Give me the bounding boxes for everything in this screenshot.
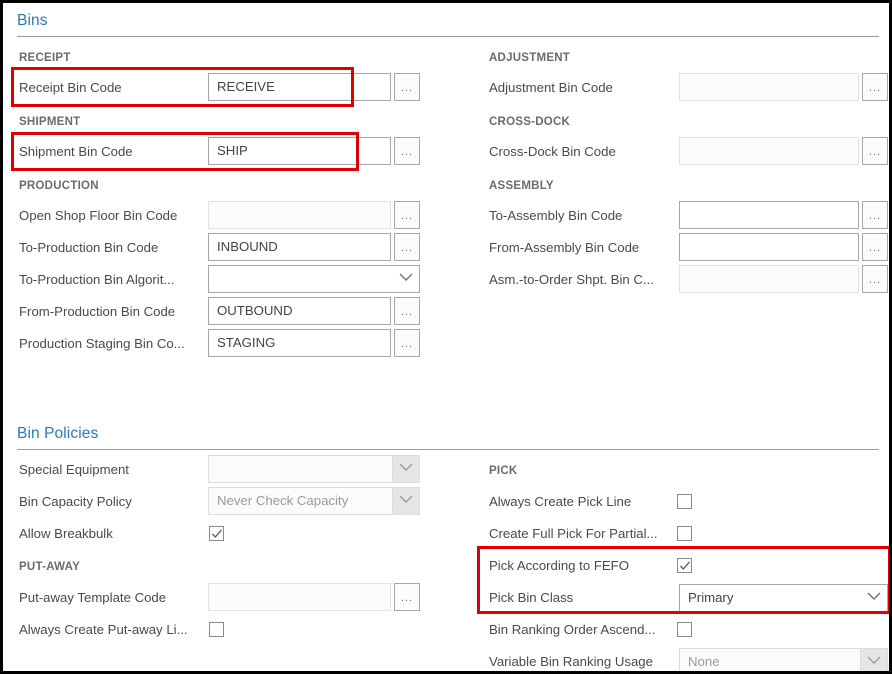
label-open-shop-floor-bin-code: Open Shop Floor Bin Code (19, 208, 177, 224)
input-to-production-bin-code[interactable]: INBOUND (208, 233, 391, 261)
ellipsis-icon: ... (401, 306, 413, 318)
lookup-button-receipt-bin-code[interactable]: ... (394, 73, 420, 101)
dropdown-special-equipment[interactable] (208, 455, 420, 483)
dropdown-pick-bin-class[interactable]: Primary (679, 584, 888, 612)
input-shipment-bin-code[interactable]: SHIP (208, 137, 391, 165)
input-adjustment-bin-code[interactable] (679, 73, 859, 101)
ellipsis-icon: ... (869, 82, 881, 94)
input-put-away-template-code[interactable] (208, 583, 391, 611)
chevron-down-icon (393, 266, 419, 292)
label-bin-capacity-policy: Bin Capacity Policy (19, 494, 132, 510)
ellipsis-icon: ... (401, 82, 413, 94)
ellipsis-icon: ... (869, 210, 881, 222)
group-label-receipt: RECEIPT (19, 52, 71, 64)
section-divider-bins (17, 36, 879, 37)
lookup-button-adjustment-bin-code[interactable]: ... (862, 73, 888, 101)
lookup-button-cross-dock-bin-code[interactable]: ... (862, 137, 888, 165)
label-always-create-pick-line: Always Create Pick Line (489, 494, 631, 510)
lookup-button-shipment-bin-code[interactable]: ... (394, 137, 420, 165)
label-bin-ranking-order-ascending: Bin Ranking Order Ascend... (489, 622, 655, 638)
checkbox-pick-according-to-fefo[interactable] (677, 558, 692, 573)
label-from-assembly-bin-code: From-Assembly Bin Code (489, 240, 639, 256)
label-create-full-pick-for-partial: Create Full Pick For Partial... (489, 526, 658, 542)
label-cross-dock-bin-code: Cross-Dock Bin Code (489, 144, 616, 160)
input-receipt-bin-code[interactable]: RECEIVE (208, 73, 391, 101)
ellipsis-icon: ... (869, 146, 881, 158)
checkbox-create-full-pick-for-partial[interactable] (677, 526, 692, 541)
label-receipt-bin-code: Receipt Bin Code (19, 80, 122, 96)
lookup-button-open-shop-floor-bin-code[interactable]: ... (394, 201, 420, 229)
label-allow-breakbulk: Allow Breakbulk (19, 526, 113, 542)
lookup-button-from-production-bin-code[interactable]: ... (394, 297, 420, 325)
group-label-production: PRODUCTION (19, 180, 99, 192)
group-label-pick: PICK (489, 465, 517, 477)
label-always-create-put-away-line: Always Create Put-away Li... (19, 622, 188, 638)
label-from-production-bin-code: From-Production Bin Code (19, 304, 175, 320)
label-to-production-bin-code: To-Production Bin Code (19, 240, 158, 256)
ellipsis-icon: ... (869, 274, 881, 286)
dropdown-to-production-bin-algorithm[interactable] (208, 265, 420, 293)
label-pick-bin-class: Pick Bin Class (489, 590, 573, 606)
chevron-down-icon (392, 456, 419, 482)
checkbox-bin-ranking-order-ascending[interactable] (677, 622, 692, 637)
checkbox-always-create-put-away-line[interactable] (209, 622, 224, 637)
lookup-button-to-production-bin-code[interactable]: ... (394, 233, 420, 261)
dropdown-value-variable-bin-ranking-usage: None (688, 654, 720, 669)
label-pick-according-to-fefo: Pick According to FEFO (489, 558, 629, 574)
checkbox-allow-breakbulk[interactable] (209, 526, 224, 541)
label-to-production-bin-algorithm: To-Production Bin Algorit... (19, 272, 174, 288)
input-asm-to-order-shpt-bin-code[interactable] (679, 265, 859, 293)
check-icon (679, 560, 691, 572)
label-asm-to-order-shpt-bin-code: Asm.-to-Order Shpt. Bin C... (489, 272, 654, 288)
ellipsis-icon: ... (869, 242, 881, 254)
lookup-button-asm-to-order-shpt-bin-code[interactable]: ... (862, 265, 888, 293)
label-adjustment-bin-code: Adjustment Bin Code (489, 80, 613, 96)
group-label-shipment: SHIPMENT (19, 116, 80, 128)
label-variable-bin-ranking-usage: Variable Bin Ranking Usage (489, 654, 653, 670)
input-from-production-bin-code[interactable]: OUTBOUND (208, 297, 391, 325)
ellipsis-icon: ... (401, 146, 413, 158)
ellipsis-icon: ... (401, 210, 413, 222)
group-label-cross-dock: CROSS-DOCK (489, 116, 570, 128)
chevron-down-icon (861, 585, 887, 611)
dropdown-value-pick-bin-class: Primary (688, 590, 733, 605)
label-put-away-template-code: Put-away Template Code (19, 590, 166, 606)
input-from-assembly-bin-code[interactable] (679, 233, 859, 261)
label-special-equipment: Special Equipment (19, 462, 129, 478)
input-cross-dock-bin-code[interactable] (679, 137, 859, 165)
checkbox-always-create-pick-line[interactable] (677, 494, 692, 509)
chevron-down-icon (860, 649, 887, 674)
lookup-button-to-assembly-bin-code[interactable]: ... (862, 201, 888, 229)
input-open-shop-floor-bin-code[interactable] (208, 201, 391, 229)
input-to-assembly-bin-code[interactable] (679, 201, 859, 229)
ellipsis-icon: ... (401, 592, 413, 604)
bin-setup-page: Bins RECEIPT Receipt Bin Code RECEIVE ..… (0, 0, 892, 674)
input-production-staging-bin-code[interactable]: STAGING (208, 329, 391, 357)
lookup-button-put-away-template-code[interactable]: ... (394, 583, 420, 611)
lookup-button-production-staging-bin-code[interactable]: ... (394, 329, 420, 357)
ellipsis-icon: ... (401, 242, 413, 254)
label-to-assembly-bin-code: To-Assembly Bin Code (489, 208, 622, 224)
page-title: Bins (17, 12, 879, 30)
lookup-button-from-assembly-bin-code[interactable]: ... (862, 233, 888, 261)
group-label-assembly: ASSEMBLY (489, 180, 554, 192)
dropdown-variable-bin-ranking-usage[interactable]: None (679, 648, 888, 674)
section-header-bins: Bins (17, 12, 879, 30)
label-production-staging-bin-code: Production Staging Bin Co... (19, 336, 185, 352)
section-divider-bin-policies (17, 449, 879, 450)
label-shipment-bin-code: Shipment Bin Code (19, 144, 133, 160)
check-icon (211, 528, 223, 540)
chevron-down-icon (392, 488, 419, 514)
dropdown-bin-capacity-policy[interactable]: Never Check Capacity (208, 487, 420, 515)
ellipsis-icon: ... (401, 338, 413, 350)
section-title-bin-policies: Bin Policies (17, 425, 879, 443)
dropdown-value-bin-capacity-policy: Never Check Capacity (217, 493, 348, 508)
section-header-bin-policies: Bin Policies (17, 425, 879, 443)
group-label-adjustment: ADJUSTMENT (489, 52, 570, 64)
group-label-put-away: PUT-AWAY (19, 561, 80, 573)
